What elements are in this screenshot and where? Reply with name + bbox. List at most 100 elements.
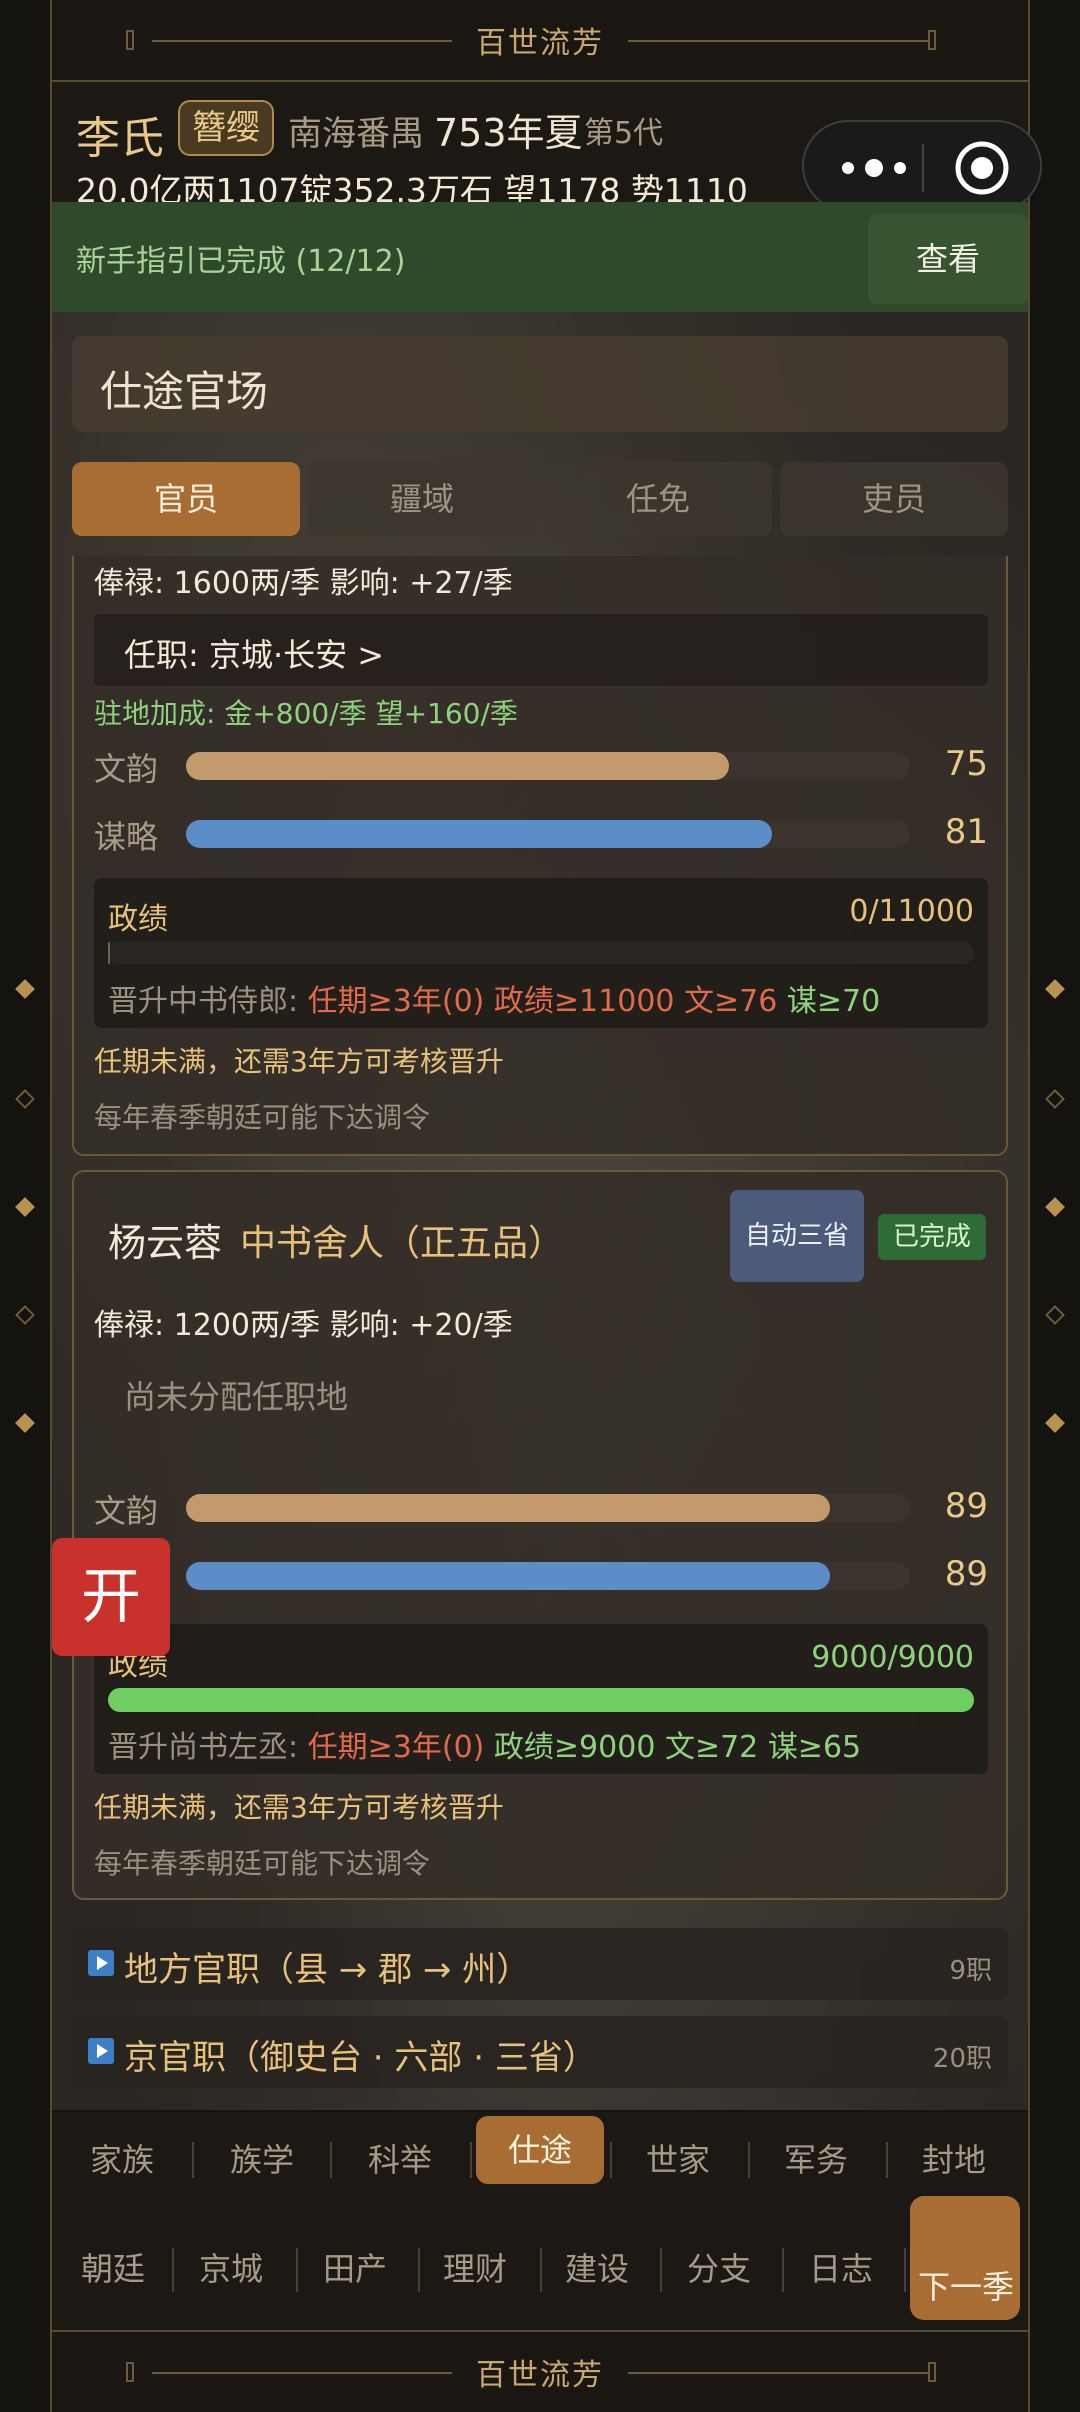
banner-cap-right	[928, 30, 936, 50]
view-tutorial-button[interactable]: 查看	[868, 214, 1028, 304]
post-count: 9职	[949, 1956, 992, 1986]
generation: 第5代	[584, 116, 664, 151]
term-note: 任期未满，还需3年方可考核晋升	[94, 1791, 504, 1824]
merit-bar-fill	[108, 942, 110, 964]
bottom-banner: 百世流芳	[52, 2330, 1028, 2412]
nav-divider	[782, 2248, 784, 2292]
req-term: 任期≥3年(0)	[307, 984, 485, 1019]
tab-clerks[interactable]: 吏员	[780, 462, 1008, 536]
official-card: 俸禄: 1600两/季 影响: +27/季 任职: 京城·长安 > 驻地加成: …	[72, 556, 1008, 1156]
nav-capital[interactable]: 京城	[176, 2208, 286, 2330]
wenyun-bar	[186, 752, 910, 780]
tab-territory[interactable]: 疆域	[308, 462, 536, 536]
salary-text: 俸禄: 1600两/季 影响: +27/季	[94, 566, 513, 601]
nav-divider	[660, 2248, 662, 2292]
wenyun-label: 文韵	[94, 1492, 159, 1530]
ornament-diamond	[1045, 1305, 1065, 1325]
req-mou: 谋≥65	[767, 1730, 862, 1765]
nav-divider	[610, 2142, 612, 2178]
merit-bar	[108, 942, 974, 964]
more-icon[interactable]	[834, 148, 914, 188]
section-header: 仕途官场	[72, 336, 1008, 432]
wenyun-bar-fill	[186, 752, 729, 780]
tutorial-banner: 新手指引已完成 (12/12) 查看	[52, 202, 1028, 312]
tab-officials[interactable]: 官员	[72, 462, 300, 536]
term-note: 任期未满，还需3年方可考核晋升	[94, 1045, 504, 1078]
section-label: 京官职（御史台 · 六部 · 三省）	[124, 2038, 597, 2078]
nav-branches[interactable]: 分支	[664, 2208, 774, 2330]
nav-officialdom[interactable]: 仕途	[476, 2116, 604, 2184]
nav-divider	[470, 2142, 472, 2178]
merit-value: 9000/9000	[811, 1640, 974, 1675]
capsule-divider	[922, 144, 924, 192]
nav-divider	[904, 2248, 906, 2292]
nav-divider	[172, 2248, 174, 2292]
wenyun-bar	[186, 1494, 910, 1522]
title-badge[interactable]: 簪缨	[178, 100, 274, 156]
game-date: 753年夏	[434, 111, 583, 155]
promotion-target: 晋升中书侍郎:	[108, 984, 299, 1019]
post-text[interactable]: 尚未分配任职地	[124, 1372, 348, 1418]
ornament-diamond	[1045, 1089, 1065, 1109]
official-name: 杨云蓉	[108, 1221, 223, 1265]
auto-three-provinces-button[interactable]: 自动三省	[730, 1190, 864, 1282]
merit-panel: 政绩 9000/9000 晋升尚书左丞: 任期≥3年(0) 政绩≥9000 文≥…	[94, 1624, 988, 1774]
req-wen: 文≥76	[684, 984, 778, 1019]
post-count: 20职	[932, 2044, 992, 2074]
nav-construction[interactable]: 建设	[542, 2208, 652, 2330]
nav-log[interactable]: 日志	[786, 2208, 896, 2330]
nav-farmland[interactable]: 田产	[300, 2208, 410, 2330]
ornament-diamond	[15, 1413, 35, 1433]
req-mou: 谋≥70	[786, 984, 881, 1019]
nav-exam[interactable]: 科举	[340, 2112, 460, 2208]
primary-nav: 家族 族学 科举 仕途 世家 军务 封地	[52, 2112, 1028, 2208]
nav-school[interactable]: 族学	[202, 2112, 322, 2208]
req-merit: 政绩≥9000	[493, 1730, 656, 1765]
wenyun-bar-fill	[186, 1494, 831, 1522]
top-banner: 百世流芳	[52, 0, 1028, 82]
nav-fief[interactable]: 封地	[894, 2112, 1014, 2208]
moulue-value: 81	[944, 812, 988, 852]
open-panel-button[interactable]: 开	[52, 1538, 170, 1656]
merit-bar-fill	[108, 1688, 974, 1712]
req-wen: 文≥72	[664, 1730, 759, 1765]
req-merit: 政绩≥11000	[493, 984, 675, 1019]
nav-divider	[886, 2142, 888, 2178]
secondary-nav: 朝廷 京城 田产 理财 建设 分支 日志	[52, 2208, 1028, 2330]
moulue-bar	[186, 820, 910, 848]
banner-line-right	[628, 2372, 928, 2374]
section-title: 仕途官场	[100, 367, 269, 416]
next-season-label: 下一季	[918, 2268, 1015, 2306]
ornament-diamond	[15, 979, 35, 999]
capital-posts-section[interactable]: 京官职（御史台 · 六部 · 三省） 20职	[72, 2016, 1008, 2088]
nav-clans[interactable]: 世家	[618, 2112, 738, 2208]
tutorial-status: 新手指引已完成 (12/12)	[76, 244, 406, 279]
next-season-button[interactable]: 下一季	[910, 2196, 1020, 2320]
nav-court[interactable]: 朝廷	[58, 2208, 168, 2330]
tab-appointment[interactable]: 任免	[544, 462, 772, 536]
clan-location: 南海番禺	[288, 114, 424, 154]
moulue-label: 谋略	[94, 818, 159, 856]
promotion-requirements: 晋升尚书左丞: 任期≥3年(0) 政绩≥9000 文≥72 谋≥65	[108, 1722, 861, 1766]
merit-panel: 政绩 0/11000 晋升中书侍郎: 任期≥3年(0) 政绩≥11000 文≥7…	[94, 878, 988, 1028]
section-label: 地方官职（县 → 郡 → 州）	[124, 1950, 531, 1990]
banner-cap-right	[928, 2362, 936, 2382]
req-term: 任期≥3年(0)	[307, 1730, 485, 1765]
nav-family[interactable]: 家族	[62, 2112, 182, 2208]
local-posts-section[interactable]: 地方官职（县 → 郡 → 州） 9职	[72, 1928, 1008, 2000]
ornament-diamond	[15, 1305, 35, 1325]
wenyun-value: 75	[944, 744, 988, 784]
miniprogram-capsule	[802, 120, 1042, 212]
expand-icon	[88, 2038, 114, 2064]
post-bonus: 驻地加成: 金+800/季 望+160/季	[94, 697, 518, 730]
wenyun-label: 文韵	[94, 750, 159, 788]
promotion-requirements: 晋升中书侍郎: 任期≥3年(0) 政绩≥11000 文≥76 谋≥70	[108, 976, 880, 1020]
nav-finance[interactable]: 理财	[420, 2208, 530, 2330]
close-miniprogram-icon[interactable]	[954, 140, 1010, 196]
ornament-diamond	[1045, 1413, 1065, 1433]
nav-military[interactable]: 军务	[756, 2112, 876, 2208]
moulue-bar-fill	[186, 820, 773, 848]
merit-label: 政绩	[108, 902, 168, 937]
clan-name: 李氏	[76, 113, 164, 164]
post-row[interactable]: 任职: 京城·长安 >	[94, 614, 988, 686]
